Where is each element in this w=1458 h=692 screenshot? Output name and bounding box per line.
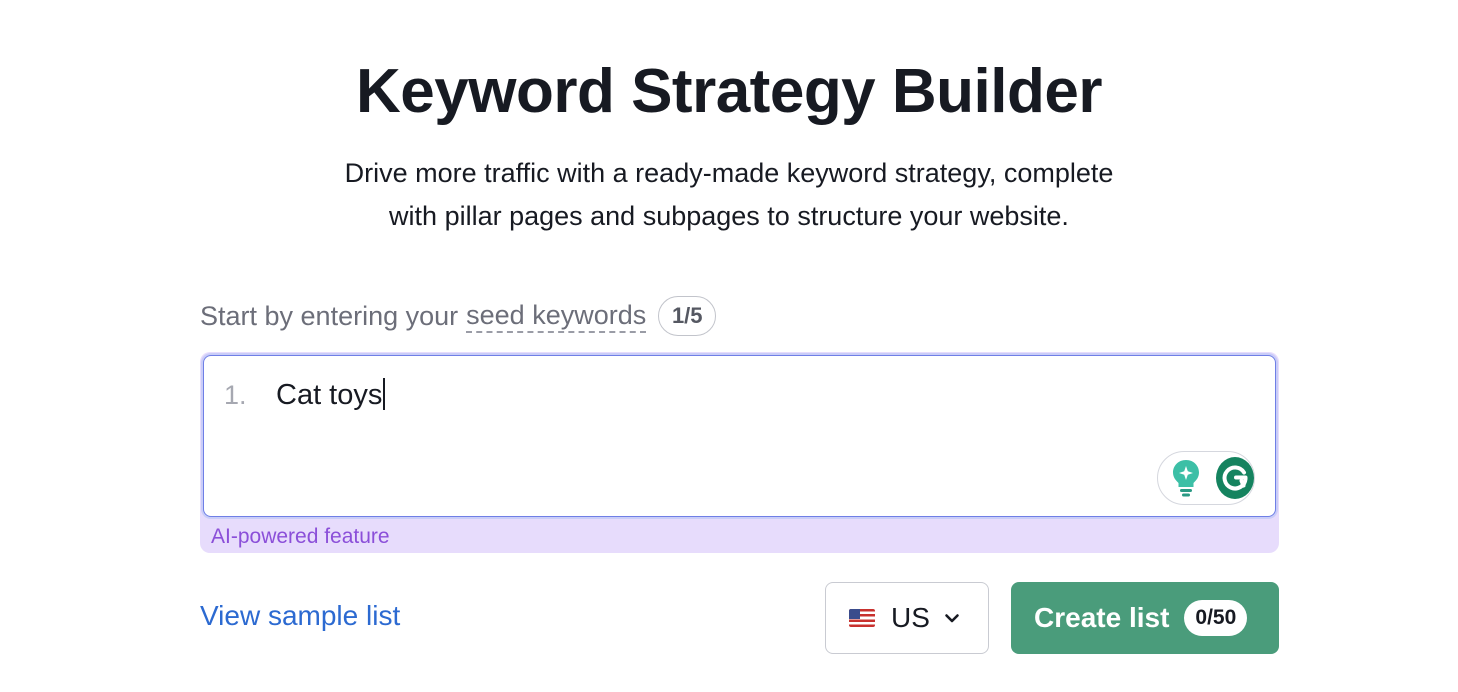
create-list-button[interactable]: Create list 0/50 — [1011, 582, 1279, 654]
list-count-badge: 0/50 — [1184, 600, 1248, 636]
page-subtitle: Drive more traffic with a ready-made key… — [229, 152, 1229, 238]
grammarly-widget[interactable] — [1157, 451, 1255, 505]
subtitle-line-2: with pillar pages and subpages to struct… — [389, 201, 1069, 231]
keyword-counter-badge: 1/5 — [658, 296, 717, 336]
ai-feature-container: 1. Cat toys AI-powered feature — [200, 352, 1279, 553]
grammarly-logo-icon[interactable] — [1216, 457, 1254, 499]
us-flag-icon — [849, 609, 875, 627]
ai-powered-label: AI-powered feature — [211, 525, 390, 548]
text-caret — [383, 378, 386, 410]
keyword-strategy-builder-page: Keyword Strategy Builder Drive more traf… — [0, 0, 1458, 692]
keyword-entry[interactable]: Cat toys — [276, 378, 386, 412]
lightbulb-sparkle-icon[interactable] — [1170, 458, 1202, 498]
keyword-textarea[interactable]: 1. Cat toys — [203, 355, 1276, 517]
seed-keywords-prompt: Start by entering your seed keywords 1/5 — [200, 296, 717, 336]
country-code: US — [891, 602, 930, 633]
view-sample-list-link[interactable]: View sample list — [200, 600, 400, 632]
chevron-down-icon — [942, 608, 962, 628]
page-title: Keyword Strategy Builder — [356, 57, 1102, 126]
seed-keywords-tooltip-term[interactable]: seed keywords — [466, 299, 647, 333]
prompt-text: Start by entering your — [200, 300, 459, 331]
line-number: 1. — [224, 380, 247, 410]
subtitle-line-1: Drive more traffic with a ready-made key… — [344, 158, 1114, 188]
country-selector[interactable]: US — [825, 582, 989, 654]
keyword-value: Cat toys — [276, 379, 383, 411]
create-list-label: Create list — [1034, 602, 1170, 633]
